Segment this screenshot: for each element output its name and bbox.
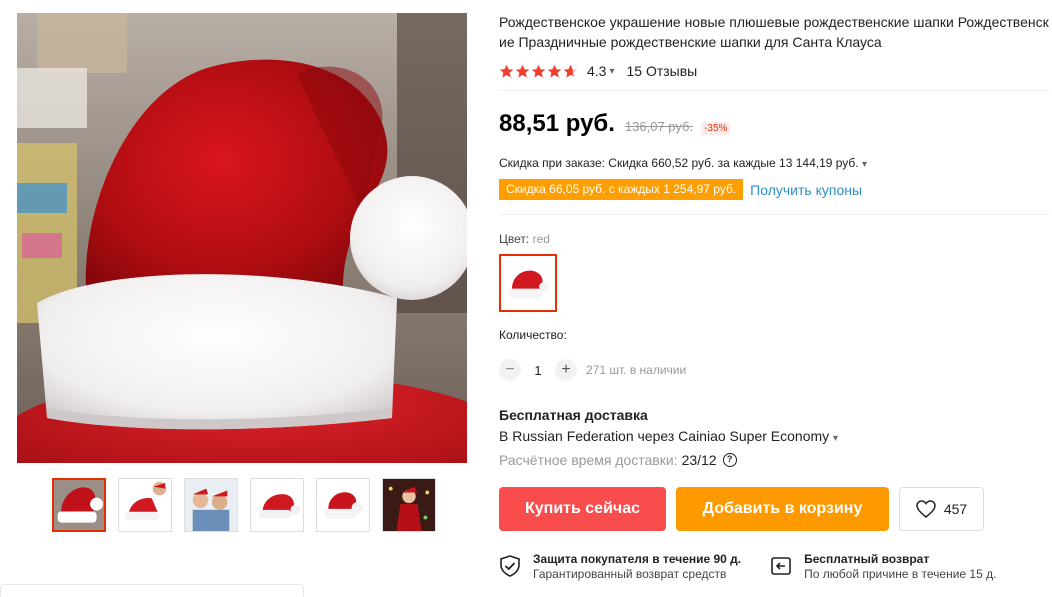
current-price: 88,51 руб. — [499, 110, 615, 137]
star-icon — [547, 64, 562, 77]
star-icon — [531, 64, 546, 77]
main-product-image[interactable] — [17, 13, 467, 463]
divider — [499, 90, 1049, 91]
quantity-stepper: − 1 + 271 шт. в наличии — [499, 359, 1051, 381]
color-value: red — [532, 232, 550, 246]
thumbnail-2[interactable] — [118, 478, 172, 532]
color-swatch-red[interactable] — [499, 254, 557, 312]
shield-check-icon — [500, 555, 520, 577]
heart-icon — [916, 500, 936, 518]
santa-hat-photo — [17, 13, 467, 463]
color-label: Цвет: — [499, 232, 530, 246]
coupon-badge: Скидка 66,05 руб. с каждых 1 254,97 руб. — [499, 179, 744, 200]
quantity-minus-button[interactable]: − — [499, 359, 521, 381]
wishlist-count: 457 — [943, 501, 968, 517]
star-half-icon — [563, 64, 578, 77]
thumbnail-5[interactable] — [316, 478, 370, 532]
thumbnail-1[interactable] — [52, 478, 106, 532]
help-icon[interactable]: ? — [722, 453, 737, 467]
shipping-eta: Расчётное время доставки: 23/12 ? — [499, 452, 1051, 468]
action-buttons: Купить сейчас Добавить в корзину 457 — [499, 487, 1051, 531]
order-discount-text: Скидка при заказе: Скидка 660,52 руб. за… — [499, 156, 859, 170]
free-return: Бесплатный возврат По любой причине в те… — [770, 552, 996, 582]
quantity-plus-button[interactable]: + — [555, 359, 577, 381]
reviews-link[interactable]: 15 Отзывы — [627, 63, 698, 79]
buy-now-button[interactable]: Купить сейчас — [499, 487, 666, 531]
guarantee-title: Защита покупателя в течение 90 д. — [533, 552, 742, 566]
return-icon — [771, 557, 791, 575]
thumbnail-4[interactable] — [250, 478, 304, 532]
bottom-panel — [0, 584, 304, 597]
eta-label: Расчётное время доставки: — [499, 452, 678, 468]
color-row: Цвет: red — [499, 232, 1051, 246]
coupon-row: Скидка 66,05 руб. с каждых 1 254,97 руб.… — [499, 179, 1051, 200]
product-title: Рождественское украшение новые плюшевые … — [499, 14, 1049, 50]
rating-value: 4.3 — [587, 63, 607, 79]
stock-count: 271 шт. в наличии — [586, 363, 687, 377]
shipping-title: Бесплатная доставка — [499, 407, 648, 423]
shipping-method[interactable]: В Russian Federation через Cainiao Super… — [499, 428, 1051, 444]
wishlist-button[interactable]: 457 — [899, 487, 984, 531]
buyer-protection: Защита покупателя в течение 90 д. Гарант… — [499, 552, 741, 582]
rating-row: 4.3 ▾ 15 Отзывы — [499, 62, 1051, 80]
thumbnail-strip — [52, 478, 436, 532]
chevron-down-icon[interactable]: ▾ — [609, 66, 614, 77]
old-price: 136,07 руб. — [624, 119, 694, 134]
guarantee-title: Бесплатный возврат — [804, 552, 930, 566]
get-coupons-link[interactable]: Получить купоны — [750, 182, 862, 198]
thumbnail-6[interactable] — [382, 478, 436, 532]
guarantee-subtitle: Гарантированный возврат средств — [533, 567, 727, 581]
product-info: Рождественское украшение новые плюшевые … — [499, 12, 1051, 582]
price-row: 88,51 руб. 136,07 руб. -35% — [499, 110, 1051, 138]
quantity-value[interactable]: 1 — [521, 363, 555, 378]
quantity-label: Количество: — [499, 328, 567, 342]
order-discount[interactable]: Скидка при заказе: Скидка 660,52 руб. за… — [499, 156, 1051, 170]
shipping-method-text: В Russian Federation через Cainiao Super… — [499, 428, 830, 444]
eta-date: 23/12 — [681, 452, 717, 468]
star-icon — [499, 64, 514, 77]
thumbnail-3[interactable] — [184, 478, 238, 532]
add-to-cart-button[interactable]: Добавить в корзину — [676, 487, 889, 531]
chevron-down-icon: ▾ — [862, 159, 868, 170]
divider — [499, 214, 1049, 215]
star-rating — [499, 64, 578, 79]
guarantee-subtitle: По любой причине в течение 15 д. — [804, 567, 997, 581]
star-icon — [515, 64, 530, 77]
discount-badge: -35% — [701, 122, 731, 135]
guarantees: Защита покупателя в течение 90 д. Гарант… — [499, 552, 1051, 582]
chevron-down-icon: ▾ — [833, 433, 839, 444]
